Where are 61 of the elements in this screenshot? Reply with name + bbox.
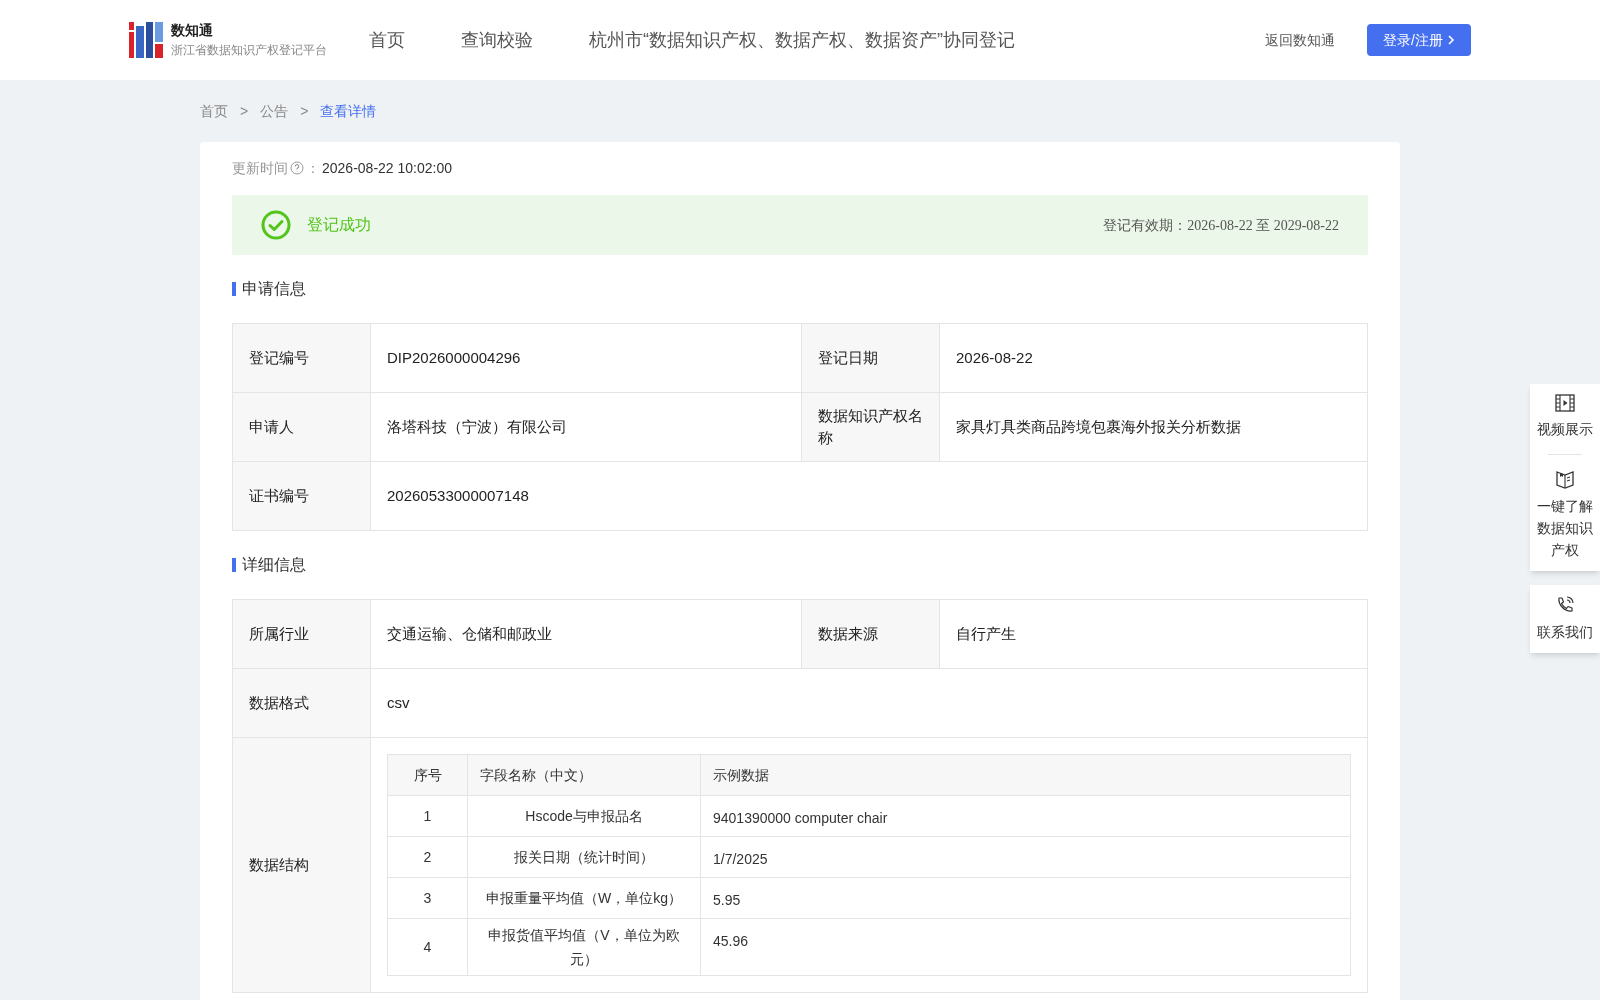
field-value: 2026-08-22	[939, 323, 1368, 393]
back-link[interactable]: 返回数知通	[1265, 29, 1336, 51]
field-value: csv	[370, 668, 1368, 738]
nav-link[interactable]: 查询校验	[461, 26, 533, 54]
table-cell: 4	[387, 918, 468, 976]
colon: ：	[306, 158, 320, 178]
validity-period: 登记有效期：2026-08-22 至 2029-08-22	[1103, 216, 1339, 235]
book-icon	[1555, 469, 1575, 489]
column-header: 序号	[387, 754, 468, 796]
breadcrumb-current: 查看详情	[320, 101, 377, 121]
updated-value: 2026-08-22 10:02:00	[322, 158, 452, 178]
table-cell: 45.96	[700, 918, 1351, 976]
table-cell: 5.95	[700, 877, 1351, 919]
table-cell: 9401390000 computer chair	[700, 795, 1351, 837]
table-cell: 1/7/2025	[700, 836, 1351, 878]
logo-subtitle: 浙江省数据知识产权登记平台	[171, 42, 327, 59]
section-marker	[232, 558, 236, 572]
check-circle-icon	[261, 210, 291, 240]
field-value: DIP2026000004296	[370, 323, 802, 393]
field-value: 洛塔科技（宁波）有限公司	[370, 392, 802, 462]
side-video-button[interactable]: 视频展示	[1534, 394, 1596, 440]
nav-link[interactable]: 杭州市“数据知识产权、数据产权、数据资产”协同登记	[589, 26, 1015, 54]
field-label: 所属行业	[232, 599, 371, 669]
logo-icon	[129, 22, 163, 58]
side-guide-button[interactable]: 一键了解数据知识产权	[1534, 469, 1596, 561]
section-marker	[232, 282, 236, 296]
breadcrumb-separator: >	[240, 101, 249, 121]
login-button[interactable]: 登录/注册	[1367, 24, 1471, 56]
section-title: 申请信息	[242, 279, 306, 299]
column-header: 字段名称（中文）	[467, 754, 701, 796]
table-cell: 报关日期（统计时间）	[467, 836, 701, 878]
section-title: 详细信息	[242, 555, 306, 575]
table-cell: 1	[387, 795, 468, 837]
field-label: 登记日期	[801, 323, 940, 393]
breadcrumb-separator: >	[300, 101, 309, 121]
table-cell: 申报货值平均值（V，单位为欧元）	[467, 918, 701, 976]
field-value: 家具灯具类商品跨境包裹海外报关分析数据	[939, 392, 1368, 462]
field-label: 申请人	[232, 392, 371, 462]
field-value: 交通运输、仓储和邮政业	[370, 599, 802, 669]
side-contact-button[interactable]: 联系我们	[1534, 595, 1596, 643]
field-label: 数据知识产权名称	[801, 392, 940, 462]
field-label: 登记编号	[232, 323, 371, 393]
status-label: 登记成功	[307, 215, 371, 235]
table-cell: 申报重量平均值（W，单位kg）	[467, 877, 701, 919]
table-cell: 2	[387, 836, 468, 878]
film-icon	[1555, 394, 1575, 412]
nav-link[interactable]: 首页	[369, 26, 405, 54]
logo-title: 数知通	[171, 21, 214, 40]
table-cell: 3	[387, 877, 468, 919]
help-icon	[290, 161, 304, 175]
field-label: 证书编号	[232, 461, 371, 531]
updated-label: 更新时间	[232, 158, 288, 178]
field-label: 数据格式	[232, 668, 371, 738]
field-label: 数据结构	[232, 737, 371, 993]
field-value: 自行产生	[939, 599, 1368, 669]
chevron-right-icon	[1447, 34, 1455, 46]
table-cell: Hscode与申报品名	[467, 795, 701, 837]
field-value: 20260533000007148	[370, 461, 1368, 531]
column-header: 示例数据	[700, 754, 1351, 796]
field-label: 数据来源	[801, 599, 940, 669]
phone-icon	[1555, 595, 1575, 615]
